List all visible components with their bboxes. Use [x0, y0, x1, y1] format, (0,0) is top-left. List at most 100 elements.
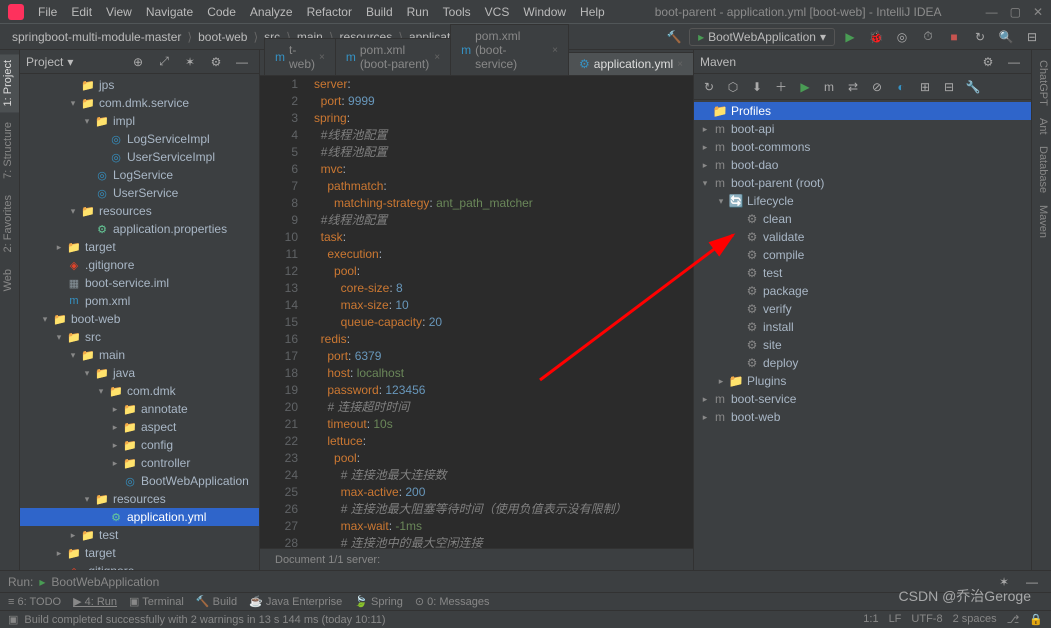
coverage-button[interactable]: ◎	[891, 26, 913, 48]
tool-tab[interactable]: 2: Favorites	[0, 189, 19, 258]
offline-icon[interactable]: ◐	[890, 76, 912, 98]
menu-edit[interactable]: Edit	[65, 3, 98, 21]
tool-tab[interactable]: Ant	[1032, 112, 1051, 141]
run-hide-icon[interactable]: —	[1021, 571, 1043, 593]
build-button[interactable]: 🔨	[663, 26, 685, 48]
cursor-position[interactable]: 1:1	[863, 613, 878, 626]
tree-item[interactable]: ▾📁com.dmk.service	[20, 94, 259, 112]
maven-item[interactable]: ⚙verify	[694, 300, 1031, 318]
collapse-icon[interactable]: ✶	[179, 51, 201, 73]
tree-item[interactable]: ▾📁resources	[20, 202, 259, 220]
bottom-tool[interactable]: ☕ Java Enterprise	[249, 595, 342, 608]
search-button[interactable]: 🔍	[995, 26, 1017, 48]
minimize-icon[interactable]: —	[986, 5, 998, 19]
maven-item[interactable]: ⚙compile	[694, 246, 1031, 264]
menu-build[interactable]: Build	[360, 3, 399, 21]
tree-item[interactable]: ◈.gitignore	[20, 562, 259, 570]
close-tab-icon[interactable]: ×	[434, 52, 440, 63]
tree-item[interactable]: ◎LogServiceImpl	[20, 130, 259, 148]
tree-item[interactable]: ▾📁resources	[20, 490, 259, 508]
maven-item[interactable]: ▸mboot-service	[694, 390, 1031, 408]
tree-item[interactable]: ◎BootWebApplication	[20, 472, 259, 490]
maven-item[interactable]: ▸mboot-api	[694, 120, 1031, 138]
window-controls[interactable]: — ▢ ✕	[986, 5, 1043, 19]
tree-item[interactable]: ▾📁src	[20, 328, 259, 346]
tree-item[interactable]: ▸📁aspect	[20, 418, 259, 436]
tree-item[interactable]: ◎UserServiceImpl	[20, 148, 259, 166]
more-button[interactable]: ⊟	[1021, 26, 1043, 48]
menu-run[interactable]: Run	[401, 3, 435, 21]
maximize-icon[interactable]: ▢	[1010, 5, 1021, 19]
editor-tab[interactable]: mpom.xml (boot-service)×	[450, 24, 569, 75]
project-tree[interactable]: 📁jps▾📁com.dmk.service▾📁impl◎LogServiceIm…	[20, 74, 259, 570]
maven-tree[interactable]: 📁Profiles▸mboot-api▸mboot-commons▸mboot-…	[694, 100, 1031, 570]
menu-tools[interactable]: Tools	[437, 3, 477, 21]
tree-item[interactable]: ▸📁config	[20, 436, 259, 454]
tree-item[interactable]: ▦boot-service.iml	[20, 274, 259, 292]
maven-item[interactable]: 📁Profiles	[694, 102, 1031, 120]
tree-item[interactable]: ⚙application.yml	[20, 508, 259, 526]
debug-button[interactable]: 🐞	[865, 26, 887, 48]
tree-item[interactable]: ◈.gitignore	[20, 256, 259, 274]
maven-item[interactable]: ▸📁Plugins	[694, 372, 1031, 390]
maven-item[interactable]: ⚙deploy	[694, 354, 1031, 372]
skip-tests-icon[interactable]: ⊘	[866, 76, 888, 98]
git-icon[interactable]: ⎇	[1007, 613, 1020, 626]
tool-tab[interactable]: ChatGPT	[1032, 54, 1051, 112]
bottom-tool[interactable]: 🔨 Build	[196, 595, 237, 608]
bottom-tool[interactable]: ≡ 6: TODO	[8, 596, 61, 608]
line-ending[interactable]: LF	[889, 613, 902, 626]
maven-item[interactable]: ⚙test	[694, 264, 1031, 282]
maven-item[interactable]: ⚙clean	[694, 210, 1031, 228]
update-button[interactable]: ↻	[969, 26, 991, 48]
tree-item[interactable]: ▸📁target	[20, 238, 259, 256]
run-panel-config[interactable]: BootWebApplication	[51, 575, 159, 589]
maven-item[interactable]: ⚙install	[694, 318, 1031, 336]
download-icon[interactable]: ⬇	[746, 76, 768, 98]
tool-tab[interactable]: 7: Structure	[0, 116, 19, 185]
bottom-tool[interactable]: ▶ 4: Run	[73, 595, 117, 608]
collapse-all-icon[interactable]: ⊟	[938, 76, 960, 98]
indent-info[interactable]: 2 spaces	[953, 613, 997, 626]
chevron-down-icon[interactable]: ▾	[67, 55, 73, 69]
tree-item[interactable]: ▸📁test	[20, 526, 259, 544]
hide-icon[interactable]: —	[231, 51, 253, 73]
tree-item[interactable]: 📁jps	[20, 76, 259, 94]
close-tab-icon[interactable]: ×	[319, 52, 325, 63]
menu-file[interactable]: File	[32, 3, 63, 21]
toggle-icon[interactable]: ⇄	[842, 76, 864, 98]
tree-item[interactable]: ▾📁boot-web	[20, 310, 259, 328]
tool-tab[interactable]: Web	[0, 263, 19, 297]
stop-button[interactable]: ■	[943, 26, 965, 48]
tree-item[interactable]: ▾📁com.dmk	[20, 382, 259, 400]
m-icon[interactable]: m	[818, 76, 840, 98]
reload-icon[interactable]: ↻	[698, 76, 720, 98]
menu-code[interactable]: Code	[201, 3, 242, 21]
tool-tab[interactable]: Maven	[1032, 199, 1051, 244]
tree-item[interactable]: ▾📁main	[20, 346, 259, 364]
select-opened-icon[interactable]: ⊕	[127, 51, 149, 73]
tree-item[interactable]: ▸📁controller	[20, 454, 259, 472]
hide-icon[interactable]: —	[1003, 51, 1025, 73]
tree-item[interactable]: ▾📁java	[20, 364, 259, 382]
tree-item[interactable]: mpom.xml	[20, 292, 259, 310]
tree-item[interactable]: ◎LogService	[20, 166, 259, 184]
editor-tabs[interactable]: mt-web)×mpom.xml (boot-parent)×mpom.xml …	[260, 50, 693, 76]
editor-tab[interactable]: mpom.xml (boot-parent)×	[335, 38, 451, 75]
maven-item[interactable]: ⚙package	[694, 282, 1031, 300]
editor-breadcrumb[interactable]: Document 1/1 server:	[268, 552, 387, 568]
maven-item[interactable]: ▾mboot-parent (root)	[694, 174, 1031, 192]
menu-refactor[interactable]: Refactor	[301, 3, 358, 21]
profile-button[interactable]: ⏱	[917, 26, 939, 48]
generate-icon[interactable]: ⬡	[722, 76, 744, 98]
maven-item[interactable]: ▾🔄Lifecycle	[694, 192, 1031, 210]
bottom-tool[interactable]: 🍃 Spring	[354, 595, 403, 608]
maven-item[interactable]: ⚙validate	[694, 228, 1031, 246]
menu-vcs[interactable]: VCS	[479, 3, 516, 21]
menu-window[interactable]: Window	[517, 3, 572, 21]
lock-icon[interactable]: 🔒	[1029, 613, 1043, 626]
editor-tab[interactable]: mt-web)×	[264, 38, 336, 75]
code-body[interactable]: server: port: 9999spring: #线程池配置 #线程池配置 …	[310, 76, 693, 548]
menu-help[interactable]: Help	[574, 3, 611, 21]
close-icon[interactable]: ✕	[1033, 5, 1043, 19]
